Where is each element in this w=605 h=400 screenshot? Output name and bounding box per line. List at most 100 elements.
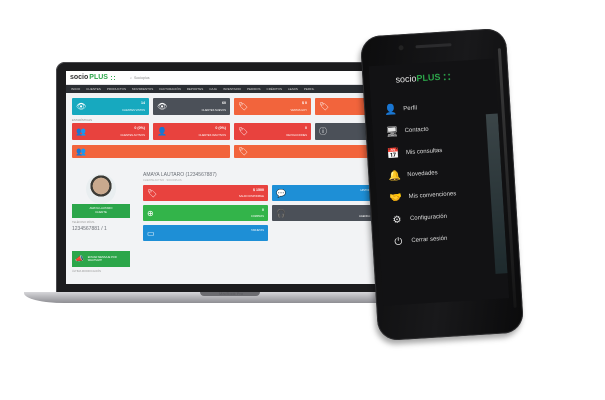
handshake-icon: 🤝: [389, 191, 403, 204]
tile-label: CLIENTES INACTIVOS: [198, 134, 226, 137]
logo-plus: PLUS: [416, 71, 441, 84]
tag-icon: 🏷: [319, 102, 330, 111]
whatsapp-label: ENVIAR MENSAJE POR WHATSAPP: [87, 256, 117, 262]
logo-dots-icon: [442, 71, 452, 82]
profile-role: CLIENTE: [95, 209, 107, 214]
footer-label: ÚLTIMA MODIFICACIÓN: [72, 270, 102, 273]
phone-app-logo[interactable]: socio PLUS: [395, 71, 452, 85]
tile-clientes-activos[interactable]: 👥 0 (0%) CLIENTES ACTIVOS: [72, 123, 149, 140]
monitor-icon: 🖥: [385, 126, 399, 138]
tile-value: $ 0: [302, 101, 307, 105]
stats-row-2: 👥 0 (0%) CLIENTES ACTIVOS 👤 0 (0%) CLIEN…: [72, 123, 392, 140]
nav-item-inicio[interactable]: INICIO: [71, 87, 80, 91]
phone-number: 1234567881 / 1: [72, 226, 107, 232]
search-icon: ⌕: [129, 75, 132, 80]
client-name: AMAYA LAUTARO (1234567887): [143, 172, 217, 178]
tile-wide-clientes[interactable]: 👥: [72, 145, 230, 158]
tile-clientes-inactivos[interactable]: 👤 0 (0%) CLIENTES INACTIVOS: [153, 123, 230, 140]
nav-item-clientes[interactable]: CLIENTES: [86, 87, 101, 91]
nav-item-inventario[interactable]: INVENTARIO: [223, 87, 241, 91]
tile-ventas-hoy[interactable]: 🏷 $ 0 VENTAS HOY: [234, 98, 311, 115]
tile-value: 14: [141, 101, 145, 105]
tile-tarjetas[interactable]: ▭ TARJETAS: [143, 225, 268, 241]
stats-row-3: 👥 🏷: [72, 145, 392, 158]
laptop-screen: socio PLUS ⌕ Socioplus INICIO CLIENTES PR…: [66, 71, 394, 284]
section-label-estadisticas: ESTADÍSTICAS: [72, 118, 92, 122]
calendar-icon: 📅: [386, 148, 400, 160]
profile-panel: AMAYA LAUTARO CLIENTE TELÉFONO MÓVIL 123…: [72, 171, 130, 277]
search-text: Socioplus: [133, 75, 150, 80]
tag-icon: 🏷: [238, 127, 249, 136]
tag-icon: 🏷: [238, 102, 249, 111]
tile-label: VENTAS HOY: [290, 109, 307, 112]
main-nav: INICIO CLIENTES PRODUCTOS MOVIMIENTOS FA…: [66, 85, 394, 93]
users-icon: 👥: [76, 127, 86, 136]
tile-label: COMPRAS: [250, 215, 264, 218]
tile-label: CLIENTES NUEVOS: [201, 109, 226, 112]
logo-plus: PLUS: [89, 74, 108, 81]
tile-label: DEVOLUCIONES: [286, 134, 307, 137]
tag-icon: 🏷: [238, 147, 249, 156]
menu-label: Mis consultas: [405, 147, 443, 157]
tile-compras[interactable]: ⊕ 0 COMPRAS: [143, 205, 268, 221]
tile-devoluciones[interactable]: 🏷 0 DEVOLUCIONES: [234, 123, 311, 140]
user-money-icon: 👤: [157, 127, 167, 136]
gear-icon: ⚙: [392, 214, 402, 226]
chat-icon: 💬: [276, 188, 286, 198]
nav-item-productos[interactable]: PRODUCTOS: [107, 87, 126, 91]
menu-label: Contacto: [404, 126, 429, 135]
megaphone-icon: 📣: [75, 256, 84, 263]
menu-label: Perfil: [403, 105, 418, 113]
tile-label: SALDO DISPONIBLE: [238, 195, 264, 198]
app-logo[interactable]: socio PLUS: [70, 74, 116, 81]
tile-label: CLIENTES ACTIVOS: [120, 134, 145, 137]
tile-value: 0: [305, 126, 307, 130]
nav-item-reportes[interactable]: REPORTES: [187, 87, 203, 91]
tile-value: 0 (0%): [215, 126, 226, 130]
nav-item-movimientos[interactable]: MOVIMIENTOS: [132, 87, 153, 91]
logo-text: socio: [70, 74, 89, 81]
nav-item-facturacion[interactable]: FACTURACIÓN: [159, 87, 181, 91]
menu-label: Novedades: [407, 170, 438, 179]
client-avatar: [86, 174, 116, 204]
user-eye-icon: 👁: [157, 102, 168, 111]
tile-clientes-vistos[interactable]: 👁 14 CLIENTES VISTOS: [72, 98, 149, 115]
phone-side-menu: 👤 Perfil 🖥 Contacto 📅 Mis consultas 🔔 No…: [384, 93, 493, 253]
nav-item-pedidos[interactable]: PEDIDOS: [247, 87, 261, 91]
tile-label: CLIENTES VISTOS: [122, 109, 145, 112]
user-eye-icon: 👁: [76, 102, 87, 111]
menu-label: Mis convenciones: [408, 191, 457, 201]
tag-icon: 🏷: [147, 188, 158, 198]
tile-clientes-nuevos[interactable]: 👁 60 CLIENTES NUEVOS: [153, 98, 230, 115]
tile-saldo[interactable]: 🏷 $ 1500 SALDO DISPONIBLE: [143, 185, 268, 201]
top-search[interactable]: ⌕ Socioplus: [130, 76, 150, 80]
logo-dots-icon: [109, 74, 116, 81]
tile-label: TARJETAS: [251, 229, 264, 232]
bell-icon: 🔔: [388, 170, 402, 182]
nav-item-leads[interactable]: LEADS: [288, 87, 298, 91]
nav-item-caja[interactable]: CAJA: [209, 87, 217, 91]
tile-value: 0 (0%): [134, 126, 145, 130]
nav-item-perfil[interactable]: PERFIL: [304, 87, 315, 91]
tile-value: 0: [262, 208, 264, 212]
laptop-lid: socio PLUS ⌕ Socioplus INICIO CLIENTES PR…: [56, 62, 404, 294]
smartphone: socio PLUS 👤 Perfil 🖥 Contacto 📅 Mis cons…: [359, 27, 525, 342]
plus-circle-icon: ⊕: [147, 208, 154, 218]
power-icon: ⏻: [394, 236, 403, 248]
info-icon: ⓘ: [319, 127, 327, 136]
profile-card: AMAYA LAUTARO CLIENTE: [72, 204, 130, 218]
menu-label: Configuración: [409, 213, 448, 223]
stats-row-1: 👁 14 CLIENTES VISTOS 👁 60 CLIENTES NUEVO…: [72, 98, 392, 115]
card-icon: ▭: [147, 228, 155, 238]
users-icon: 👥: [76, 147, 86, 156]
nav-item-creditos[interactable]: CRÉDITOS: [267, 87, 282, 91]
app-topbar: socio PLUS ⌕ Socioplus: [66, 71, 394, 85]
logo-text: socio: [395, 73, 417, 85]
phone-label: TELÉFONO MÓVIL: [72, 221, 95, 224]
laptop-brand: MacBook Pro: [218, 291, 243, 296]
menu-label: Cerrar sesión: [411, 235, 448, 244]
tile-value: 60: [222, 101, 226, 105]
whatsapp-button[interactable]: 📣 ENVIAR MENSAJE POR WHATSAPP: [72, 251, 130, 267]
client-subtitle: CLIENTE ACTIVO · SOCIOPLUS: [143, 179, 182, 182]
tile-value: $ 1500: [253, 188, 264, 192]
